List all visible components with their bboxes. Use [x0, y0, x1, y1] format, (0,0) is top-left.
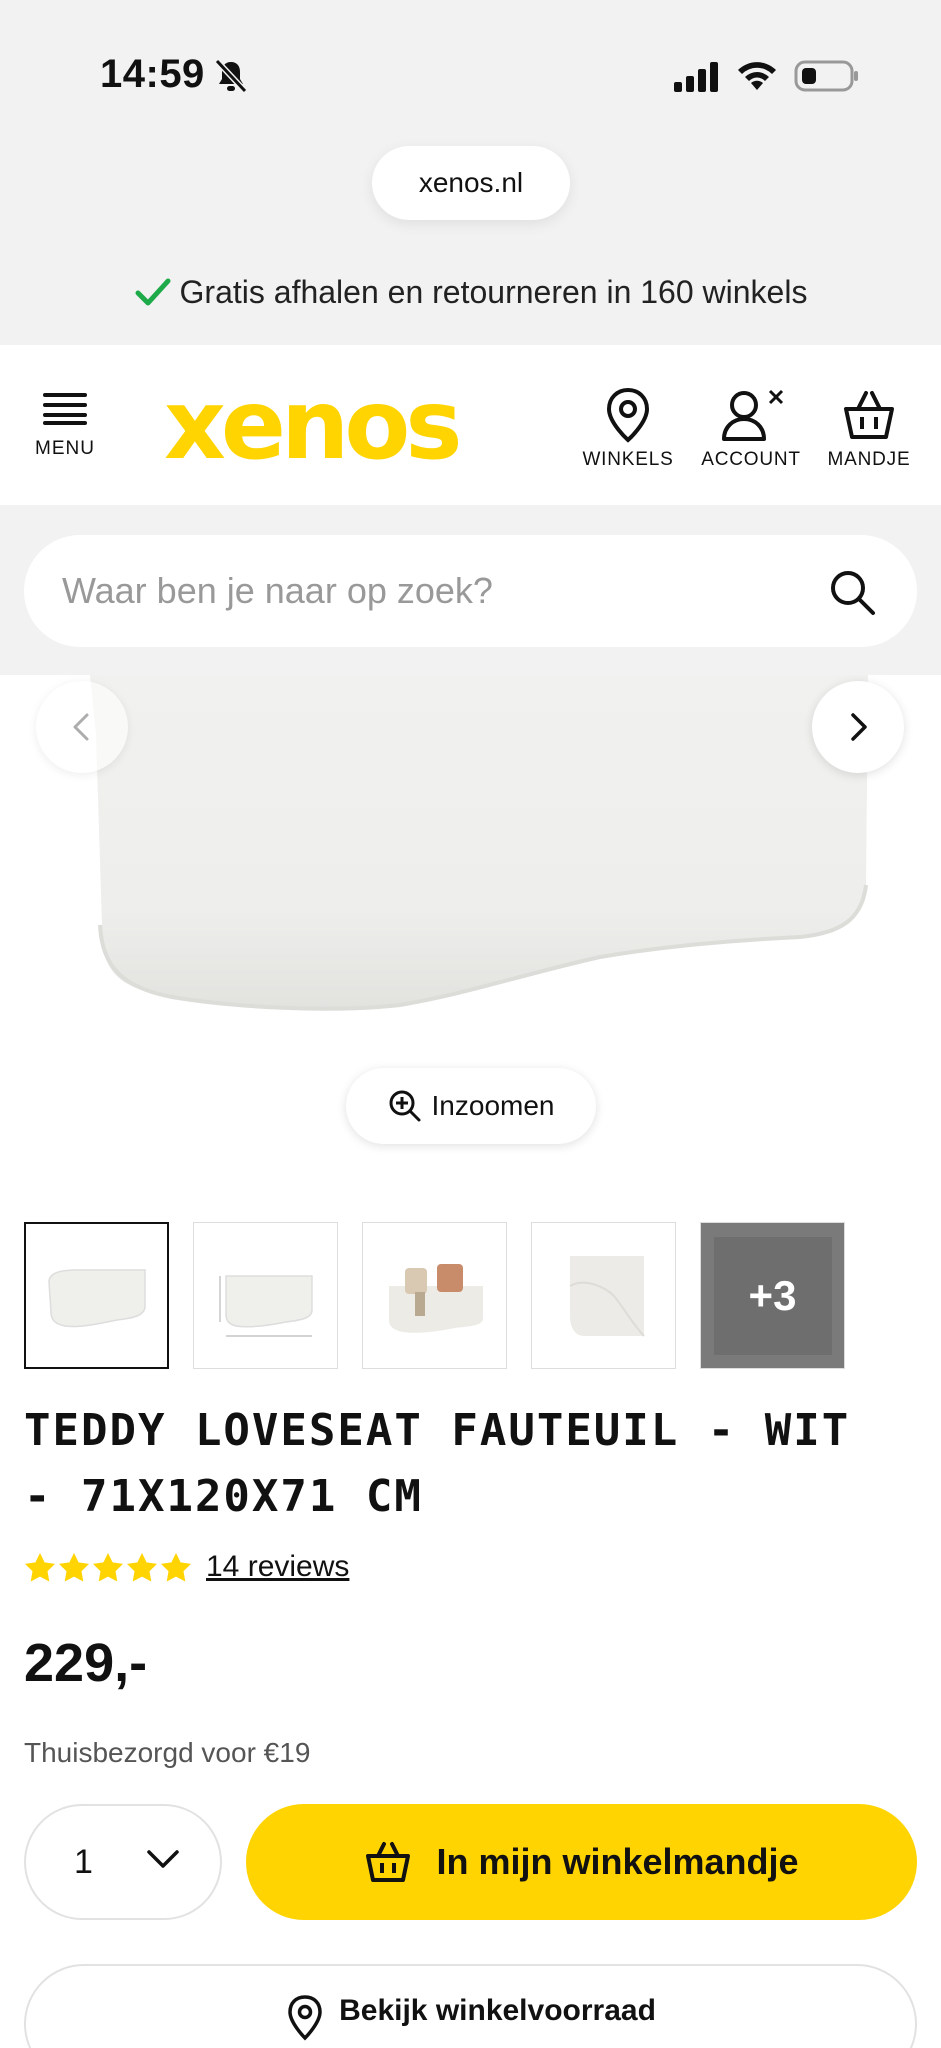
- signal-icon: [674, 62, 718, 92]
- status-bar: 14:59 xenos.nl Gratis afhalen en retourn…: [0, 0, 941, 345]
- nav-cart[interactable]: MANDJE: [824, 387, 914, 471]
- quantity-select[interactable]: 1: [24, 1804, 222, 1920]
- zoom-in-icon: [389, 1090, 421, 1122]
- promo-banner: Gratis afhalen en retourneren in 160 win…: [0, 274, 941, 311]
- nav-stores-label: WINKELS: [582, 449, 674, 470]
- basket-icon: [366, 1842, 411, 1882]
- zoom-label: Inzoomen: [431, 1090, 555, 1121]
- thumbnail-2[interactable]: [193, 1222, 338, 1369]
- thumbnail-styled-image: [388, 1263, 483, 1333]
- promo-text: Gratis afhalen en retourneren in 160 win…: [179, 274, 808, 310]
- chevron-left-icon: [73, 713, 89, 741]
- star-rating: [24, 1552, 192, 1582]
- search-input[interactable]: Waar ben je naar op zoek?: [24, 535, 917, 647]
- nav-account-label: ACCOUNT: [701, 449, 801, 470]
- menu-label: MENU: [35, 438, 95, 459]
- menu-button[interactable]: MENU: [30, 391, 100, 460]
- url-bar[interactable]: xenos.nl: [372, 146, 570, 220]
- star-icon: [25, 1553, 55, 1582]
- product-price: 229,-: [24, 1633, 148, 1693]
- carousel-prev-button[interactable]: [36, 681, 128, 773]
- location-pin-icon: [288, 1995, 322, 2041]
- star-icon: [161, 1553, 191, 1582]
- add-to-cart-label: In mijn winkelmandje: [436, 1841, 799, 1882]
- chevron-right-icon: [851, 713, 867, 741]
- bell-off-icon: [214, 58, 248, 94]
- zoom-button[interactable]: Inzoomen: [346, 1068, 596, 1144]
- account-logged-out-icon: [722, 389, 784, 441]
- search-icon[interactable]: [827, 567, 877, 617]
- thumbnail-1[interactable]: [24, 1222, 169, 1369]
- wifi-icon: [738, 62, 776, 90]
- thumbnail-dimensions-image: [219, 1274, 313, 1336]
- product-image[interactable]: [0, 675, 941, 1235]
- nav-cart-label: MANDJE: [827, 449, 911, 470]
- product-rating: 14 reviews: [24, 1550, 349, 1584]
- thumbnail-more[interactable]: +3: [700, 1222, 845, 1369]
- site-header: MENU xenos WINKELS ACCOUNT MANDJE: [0, 347, 941, 505]
- product-title: TEDDY LOVESEAT FAUTEUIL - WIT - 71X120X7…: [24, 1405, 851, 1522]
- thumbnail-loveseat-image: [47, 1268, 146, 1327]
- thumbnail-closeup-image: [569, 1255, 645, 1337]
- star-icon: [59, 1553, 89, 1582]
- loveseat-photo: [90, 675, 868, 1011]
- thumbnail-strip: +3: [24, 1222, 845, 1369]
- star-icon: [93, 1553, 123, 1582]
- battery-icon: [794, 60, 858, 92]
- clock: 14:59: [100, 52, 205, 96]
- check-icon: [135, 278, 171, 305]
- store-stock-button[interactable]: Bekijk winkelvoorraad: [24, 1964, 917, 2048]
- search-placeholder: Waar ben je naar op zoek?: [62, 570, 493, 611]
- star-icon: [127, 1553, 157, 1582]
- carousel-next-button[interactable]: [812, 681, 904, 773]
- thumbnail-4[interactable]: [531, 1222, 676, 1369]
- chevron-down-icon: [147, 1850, 179, 1868]
- more-images-count: +3: [713, 1236, 832, 1355]
- search-bar: Waar ben je naar op zoek?: [0, 505, 941, 675]
- nav-account[interactable]: ACCOUNT: [698, 387, 804, 471]
- nav-stores[interactable]: WINKELS: [580, 387, 676, 471]
- basket-icon: [844, 391, 894, 439]
- store-stock-label: Bekijk winkelvoorraad: [339, 1994, 656, 2027]
- reviews-link[interactable]: 14 reviews: [206, 1550, 349, 1584]
- thumbnail-3[interactable]: [362, 1222, 507, 1369]
- delivery-cost: Thuisbezorgd voor €19: [24, 1737, 311, 1768]
- quantity-value: 1: [74, 1842, 93, 1881]
- add-to-cart-button[interactable]: In mijn winkelmandje: [246, 1804, 917, 1920]
- xenos-logo[interactable]: xenos: [164, 377, 462, 473]
- location-pin-icon: [606, 387, 650, 443]
- hamburger-icon: [43, 393, 87, 425]
